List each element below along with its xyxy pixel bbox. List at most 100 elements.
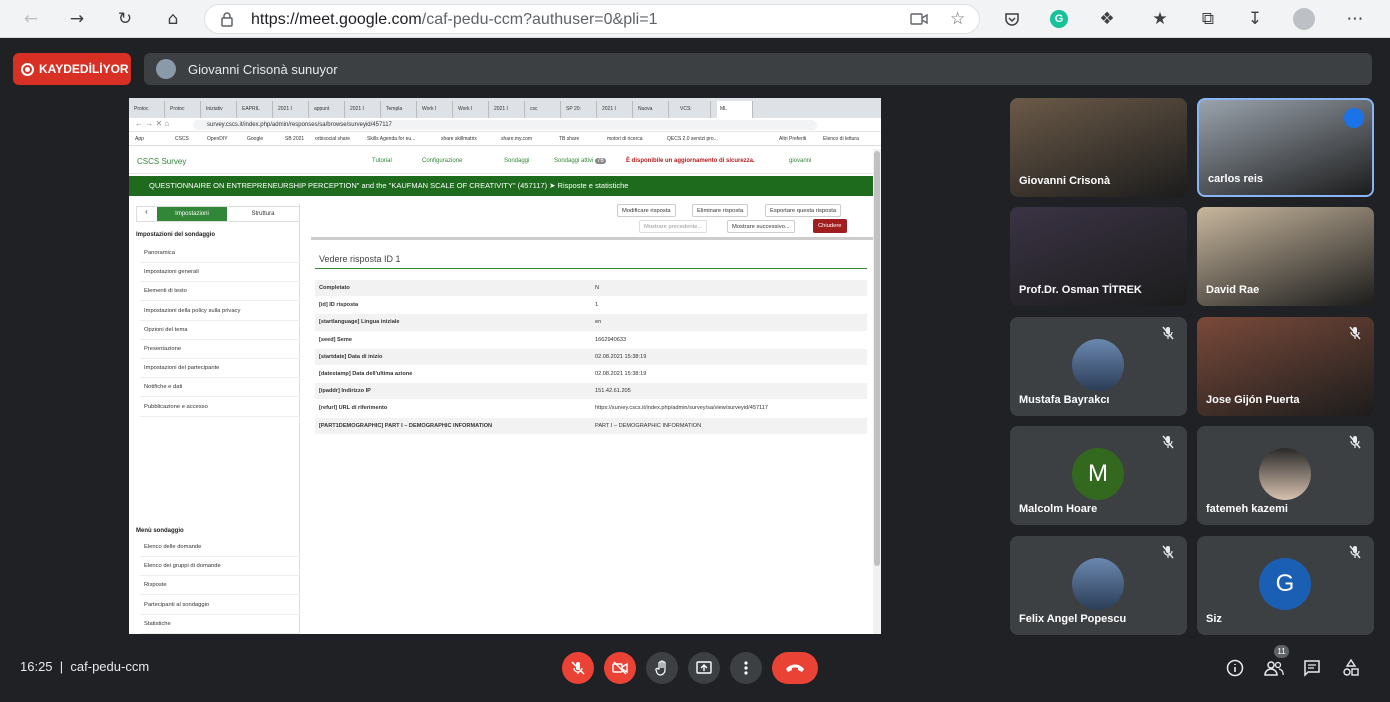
chat-icon [1304, 660, 1320, 677]
bookmark-item: orbisocial share [315, 136, 351, 142]
survey-sidebar: ‹ Impostazioni Struttura Impostazioni de… [136, 204, 300, 634]
pocket-icon[interactable] [999, 7, 1025, 31]
shared-tab: csc [527, 101, 561, 118]
people-icon [1264, 661, 1284, 676]
previous-response-button: Mostrare precedente... [639, 220, 708, 233]
participant-tile[interactable]: carlos reis [1197, 98, 1374, 197]
sidebar-item: Impostazioni del partecipante [140, 359, 300, 379]
row-key: Completato [319, 285, 350, 291]
bookmark-item: motori di ricerca [607, 136, 643, 142]
forward-icon[interactable]: → [64, 7, 90, 31]
shared-tab-strip: Protoc Protoc Iniziativ EAPRIL 2021 Iappunt 2… [129, 98, 881, 118]
sidebar-item: Elementi di testo [140, 282, 300, 302]
participant-avatar: G [1259, 558, 1311, 610]
mic-muted-icon [1349, 435, 1361, 449]
mic-off-icon [571, 661, 585, 675]
participant-avatar: M [1072, 448, 1124, 500]
shared-tab: VCS: [677, 101, 711, 118]
activities-button[interactable] [1339, 656, 1363, 680]
lock-icon[interactable] [221, 12, 233, 27]
participant-tile[interactable]: Prof.Dr. Osman TİTREK [1010, 207, 1187, 306]
table-row: [PART1DEMOGRAPHIC] PART I – DEMOGRAPHIC … [315, 417, 867, 435]
survey-navbar: CSCS Survey Tutorial Configurazione Sond… [129, 149, 873, 174]
sidebar-heading-menu: Menù sondaggio [136, 528, 184, 534]
home-icon[interactable]: ⌂ [160, 7, 186, 31]
participant-tile[interactable]: David Rae [1197, 207, 1374, 306]
shared-tab: 2021 I [491, 101, 525, 118]
survey-breadcrumb: QUESTIONNAIRE ON ENTREPRENEURSHIP PERCEP… [149, 181, 548, 190]
meeting-separator: | [59, 659, 64, 674]
camera-blocked-icon[interactable] [910, 12, 928, 26]
sidebar-item: Pubblicazione e accesso [140, 398, 300, 417]
reload-icon[interactable]: ↻ [112, 7, 138, 31]
tab-impostazioni: Impostazioni [157, 207, 227, 221]
leave-call-button[interactable] [772, 652, 818, 684]
camera-off-icon [612, 661, 628, 675]
chevron-left-icon: ‹ [145, 207, 148, 216]
more-menu-icon[interactable]: ⋯ [1342, 7, 1368, 31]
participant-tile[interactable]: Felix Angel Popescu [1010, 536, 1187, 635]
favorites-icon[interactable]: ★ [1147, 7, 1173, 31]
participant-tile[interactable]: M Malcolm Hoare [1010, 426, 1187, 525]
row-key: [id] ID risposta [319, 302, 359, 309]
bookmark-item: Altri Preferiti [779, 136, 807, 142]
table-row: [datestamp] Data dell'ultima azione 02.08… [315, 366, 867, 384]
extensions-icon[interactable]: ❖ [1094, 7, 1120, 31]
shared-tab: SP 20: [563, 101, 597, 118]
downloads-icon[interactable]: ↧ [1242, 7, 1268, 31]
more-options-button[interactable] [730, 652, 762, 684]
shared-tab: Work I [455, 101, 489, 118]
url-text: https://meet.google.com/caf-pedu-ccm?aut… [251, 11, 657, 29]
shared-url: survey.cscs.it/index.php/admin/responses… [193, 120, 817, 130]
shared-tab: 2021 I [599, 101, 633, 118]
grammarly-icon[interactable]: G [1046, 7, 1072, 31]
recording-label: KAYDEDİLİYOR [39, 62, 129, 76]
delete-response-button: Eliminare risposta [692, 204, 749, 217]
info-icon [1226, 659, 1244, 677]
table-row: [startlanguage] Lingua iniziale en [315, 314, 867, 332]
address-bar[interactable]: https://meet.google.com/caf-pedu-ccm?aut… [204, 4, 980, 34]
participant-tile[interactable]: Mustafa Bayrakcı [1010, 317, 1187, 416]
survey-breadcrumb-tail: Risposte e statistiche [557, 181, 629, 190]
favorite-add-icon[interactable]: ☆ [950, 9, 970, 29]
row-key: [startlanguage] Lingua iniziale [319, 319, 400, 326]
mic-off-button[interactable] [562, 652, 594, 684]
sidebar-item: Elenco dei gruppi di domande [140, 557, 300, 577]
collections-icon[interactable]: ⧉ [1195, 7, 1221, 31]
participant-name: Prof.Dr. Osman TİTREK [1019, 284, 1142, 296]
camera-off-button[interactable] [604, 652, 636, 684]
recording-badge[interactable]: KAYDEDİLİYOR [13, 53, 131, 85]
meeting-info: 16:25 | caf-pedu-ccm [20, 659, 149, 674]
sidebar-item: Presentazione [140, 340, 300, 359]
shared-tab: Iniziativ [203, 101, 237, 118]
mic-muted-icon [1162, 435, 1174, 449]
url-path: /caf-pedu-ccm?authuser=0&pli=1 [421, 11, 658, 28]
participant-tile[interactable]: Giovanni Crisonà [1010, 98, 1187, 197]
bookmark-item: share.my.com [501, 136, 533, 142]
more-vert-icon [744, 661, 748, 675]
chat-button[interactable] [1300, 656, 1324, 680]
table-row: [seed] Seme 1662940633 [315, 332, 867, 349]
participant-avatar [1072, 558, 1124, 610]
mic-muted-icon [1162, 326, 1174, 340]
shapes-icon [1343, 659, 1359, 676]
participants-button[interactable] [1262, 656, 1286, 680]
bookmark-item: OpenDIY [207, 136, 228, 142]
participant-tile[interactable]: Jose Gijón Puerta [1197, 317, 1374, 416]
profile-avatar[interactable] [1291, 7, 1317, 31]
sidebar-item: Panoramica [140, 244, 300, 263]
row-value: PART I – DEMOGRAPHIC INFORMATION [595, 422, 702, 429]
back-icon[interactable]: ← [18, 7, 44, 31]
meeting-details-button[interactable] [1223, 656, 1247, 680]
participant-name: Siz [1206, 613, 1222, 625]
participant-tile[interactable]: fatemeh kazemi [1197, 426, 1374, 525]
participant-tile[interactable]: G Siz [1197, 536, 1374, 635]
nav-tutorial: Tutorial [372, 158, 392, 164]
raise-hand-button[interactable] [646, 652, 678, 684]
response-table: Completato N [id] ID risposta 1 [startlangua… [315, 280, 867, 435]
sidebar-item: Impostazioni della policy sulla privacy [140, 302, 300, 321]
next-response-button: Mostrare successivo... [727, 220, 795, 233]
table-row: Completato N [315, 280, 867, 298]
nav-configurazione: Configurazione [422, 158, 463, 164]
present-now-button[interactable] [688, 652, 720, 684]
